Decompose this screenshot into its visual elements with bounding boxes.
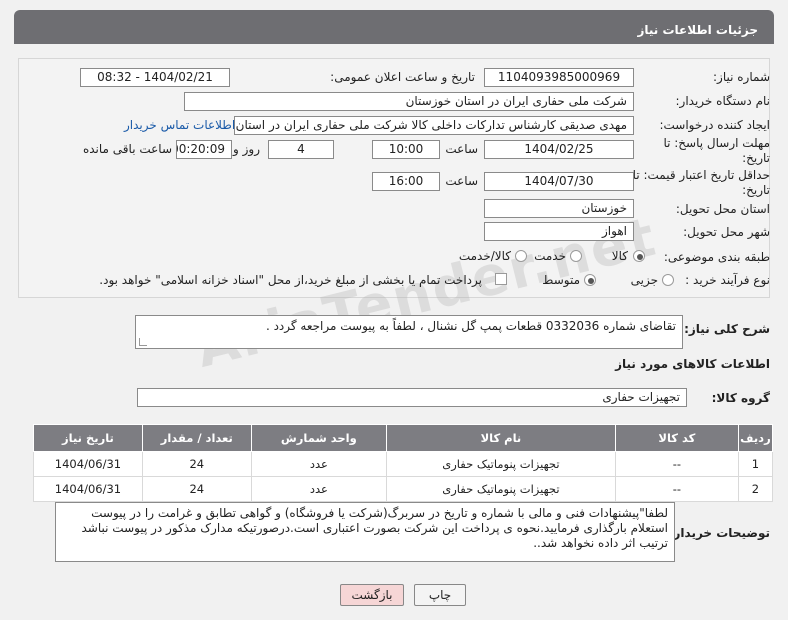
deadline-date-field: 1404/02/25: [484, 140, 634, 159]
category-radio-goods[interactable]: [633, 250, 645, 262]
cell-code: --: [614, 476, 739, 502]
goods-table: ردیف کد کالا نام کالا واحد شمارش تعداد /…: [33, 424, 774, 502]
deadline-time-field: 10:00: [372, 140, 440, 159]
goods-group-label: گروه کالا:: [711, 391, 770, 405]
col-qty: تعداد / مقدار: [141, 424, 252, 452]
cell-name: تجهیزات پنوماتیک حفاری: [385, 476, 616, 502]
deadline-time-label: ساعت: [445, 142, 478, 156]
delivery-province-field: خوزستان: [484, 199, 634, 218]
remaining-time-label: ساعت باقی مانده: [82, 142, 172, 156]
cell-code: --: [614, 451, 739, 477]
requester-label: ایجاد کننده درخواست:: [659, 118, 770, 132]
category-option-goods-service: کالا/خدمت: [458, 249, 511, 263]
goods-section-title: اطلاعات کالاهای مورد نیاز: [615, 357, 770, 371]
general-description-label: شرح کلی نیاز:: [684, 322, 770, 336]
category-option-goods: کالا: [611, 249, 628, 263]
days-label: روز و: [233, 142, 260, 156]
announce-datetime-field: 1404/02/21 - 08:32: [80, 68, 230, 87]
col-code: کد کالا: [614, 424, 739, 452]
cell-row: 1: [737, 451, 774, 477]
goods-group-field: تجهیزات حفاری: [137, 388, 687, 407]
col-unit: واحد شمارش: [250, 424, 387, 452]
delivery-city-field: اهواز: [484, 222, 634, 241]
buyer-contact-link[interactable]: اطلاعات تماس خریدار: [124, 118, 235, 132]
back-button[interactable]: بازگشت: [340, 584, 404, 606]
process-option-minor: جزیی: [630, 273, 658, 287]
col-date: تاریخ نیاز: [33, 424, 143, 452]
page-header: جزئیات اطلاعات نیاز: [14, 10, 774, 44]
price-validity-time-label: ساعت: [445, 174, 478, 188]
price-validity-date-field: 1404/07/30: [484, 172, 634, 191]
buyer-notes-label: توضیحات خریدار:: [668, 526, 770, 540]
cell-unit: عدد: [250, 476, 387, 502]
page-title: جزئیات اطلاعات نیاز: [637, 23, 758, 37]
process-type-label: نوع فرآیند خرید :: [685, 273, 770, 287]
price-validity-label: حداقل تاریخ اعتبار قیمت: تا تاریخ:: [632, 168, 770, 197]
general-description-box: تقاضای شماره 0332036 قطعات پمپ گل نشنال …: [135, 315, 683, 349]
buyer-notes-box: لطفا"پیشنهادات فنی و مالی با شماره و تار…: [55, 502, 675, 562]
col-row: ردیف: [737, 424, 774, 452]
cell-date: 1404/06/31: [33, 476, 143, 502]
category-option-service: خدمت: [534, 249, 566, 263]
delivery-city-label: شهر محل تحویل:: [683, 225, 770, 239]
table-row: 1 -- تجهیزات پنوماتیک حفاری عدد 24 1404/…: [33, 451, 774, 477]
cell-name: تجهیزات پنوماتیک حفاری: [385, 451, 616, 477]
process-radio-minor[interactable]: [662, 274, 674, 286]
treasury-payment-checkbox[interactable]: [495, 273, 507, 285]
buyer-notes-text: لطفا"پیشنهادات فنی و مالی با شماره و تار…: [81, 506, 669, 550]
general-description-text: تقاضای شماره 0332036 قطعات پمپ گل نشنال …: [265, 319, 676, 333]
buyer-org-field: شرکت ملی حفاری ایران در استان خوزستان: [184, 92, 634, 111]
goods-table-header: ردیف کد کالا نام کالا واحد شمارش تعداد /…: [33, 424, 774, 452]
resize-grip-icon[interactable]: [139, 338, 147, 346]
category-label: طبقه بندی موضوعی:: [663, 250, 770, 264]
treasury-payment-note: پرداخت تمام یا بخشی از مبلغ خرید،از محل …: [99, 273, 482, 287]
process-option-medium: متوسط: [542, 273, 580, 287]
remaining-time-field: 00:20:09: [176, 140, 232, 159]
price-validity-time-field: 16:00: [372, 172, 440, 191]
category-radio-goods-service[interactable]: [515, 250, 527, 262]
cell-date: 1404/06/31: [33, 451, 143, 477]
need-number-label: شماره نیاز:: [713, 70, 770, 84]
cell-row: 2: [737, 476, 774, 502]
delivery-province-label: استان محل تحویل:: [675, 202, 770, 216]
cell-qty: 24: [141, 451, 252, 477]
process-radio-medium[interactable]: [584, 274, 596, 286]
table-row: 2 -- تجهیزات پنوماتیک حفاری عدد 24 1404/…: [33, 476, 774, 502]
requester-field: مهدی صدیقی کارشناس تدارکات داخلی کالا شر…: [234, 116, 634, 135]
category-radio-service[interactable]: [570, 250, 582, 262]
cell-unit: عدد: [250, 451, 387, 477]
cell-qty: 24: [141, 476, 252, 502]
deadline-label: مهلت ارسال پاسخ: تا تاریخ:: [663, 136, 770, 165]
col-name: نام کالا: [385, 424, 616, 452]
need-number-field: 1104093985000969: [484, 68, 634, 87]
print-button[interactable]: چاپ: [414, 584, 466, 606]
announce-datetime-label: تاریخ و ساعت اعلان عمومی:: [330, 70, 475, 84]
days-field: 4: [268, 140, 334, 159]
buyer-org-label: نام دستگاه خریدار:: [675, 94, 771, 108]
